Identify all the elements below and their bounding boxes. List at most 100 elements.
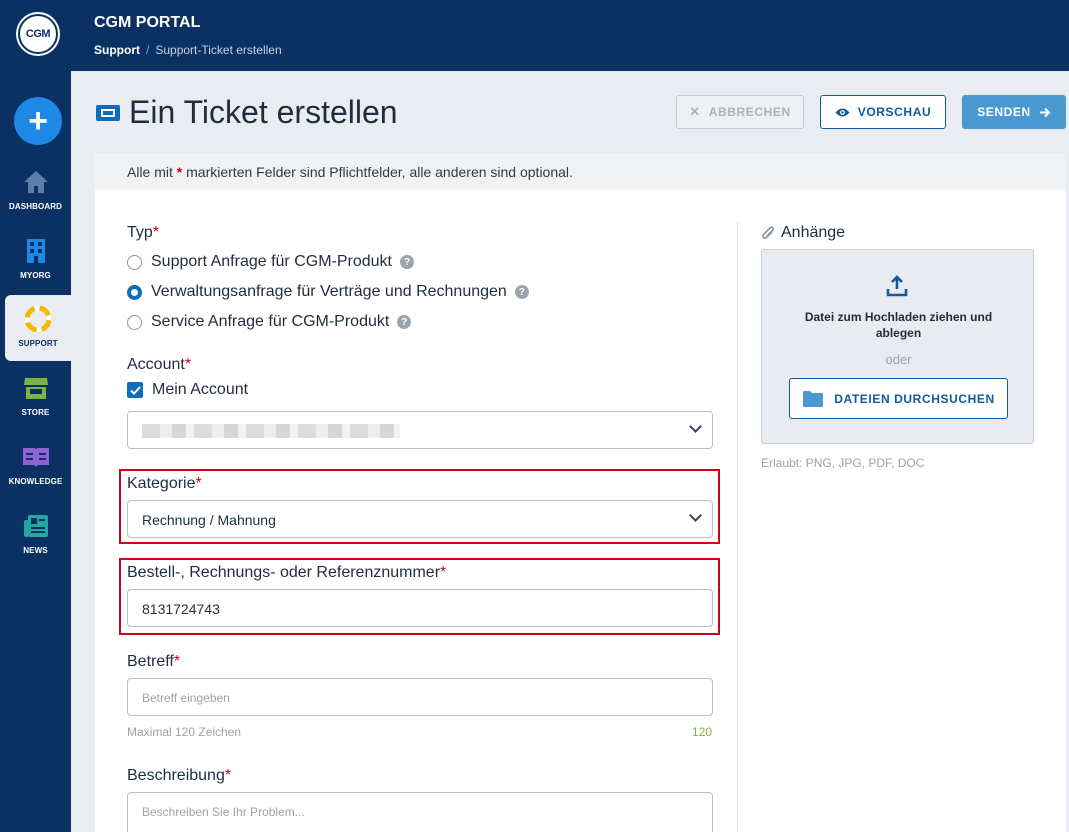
required-mark: *	[195, 475, 202, 492]
subject-label: Betreff*	[127, 653, 180, 671]
upload-icon	[886, 275, 908, 297]
home-icon	[22, 168, 50, 196]
sidebar-item-myorg[interactable]: MYORG	[0, 227, 71, 293]
type-label-text: Typ	[127, 224, 153, 241]
help-icon[interactable]: ?	[514, 285, 529, 299]
help-icon[interactable]: ?	[397, 315, 412, 329]
radio-label: Service Anfrage für CGM-Produkt	[151, 313, 390, 330]
account-label: Account*	[127, 356, 191, 374]
page-title-row: Ein Ticket erstellen	[95, 94, 398, 131]
required-mark: *	[152, 224, 160, 241]
portal-title: CGM PORTAL	[94, 14, 201, 31]
subject-input[interactable]: Betreff eingeben	[127, 678, 713, 716]
reference-number-value: 8131724743	[142, 601, 220, 617]
type-option-service[interactable]: Service Anfrage für CGM-Produkt ?	[127, 313, 412, 331]
column-divider	[737, 222, 738, 832]
category-label: Kategorie*	[127, 475, 202, 493]
required-mark: *	[173, 653, 181, 670]
sidebar: CGM + DASHBOARD MYORG SUPPORT STORE KNOW…	[0, 0, 71, 832]
notice-suffix: markierten Felder sind Pflichtfelder, al…	[182, 164, 573, 180]
attachments-label-text: Anhänge	[781, 224, 846, 241]
attachments-label: Anhänge	[761, 224, 845, 242]
sidebar-item-label: KNOWLEDGE	[8, 477, 63, 486]
page-title: Ein Ticket erstellen	[129, 94, 398, 130]
category-select-value: Rechnung / Mahnung	[142, 512, 276, 528]
ticket-icon	[96, 104, 120, 121]
eye-icon	[835, 108, 850, 116]
description-placeholder: Beschreiben Sie Ihr Problem...	[142, 805, 305, 819]
breadcrumb-separator: /	[146, 43, 150, 57]
subject-max-length-hint: Maximal 120 Zeichen	[127, 725, 242, 739]
sidebar-item-label: DASHBOARD	[9, 202, 62, 211]
sidebar-item-knowledge[interactable]: KNOWLEDGE	[0, 433, 71, 499]
sidebar-item-label: STORE	[21, 408, 50, 417]
reference-label: Bestell-, Rechnungs- oder Referenznummer…	[127, 564, 446, 582]
paperclip-icon	[762, 226, 775, 239]
my-account-label: Mein Account	[152, 381, 249, 398]
type-option-support[interactable]: Support Anfrage für CGM-Produkt ?	[127, 253, 414, 271]
required-fields-notice: Alle mit * markierten Felder sind Pflich…	[95, 153, 1066, 190]
browse-files-label: DATEIEN DURCHSUCHEN	[834, 391, 995, 406]
send-button-label: SENDEN	[977, 105, 1031, 119]
sidebar-item-store[interactable]: STORE	[0, 364, 71, 430]
category-select[interactable]: Rechnung / Mahnung	[127, 500, 713, 538]
radio-button[interactable]	[127, 254, 142, 270]
chevron-down-icon	[689, 509, 702, 522]
check-icon	[129, 385, 141, 395]
subject-label-text: Betreff	[127, 653, 174, 670]
subject-char-counter: 120	[692, 725, 713, 739]
radio-label: Verwaltungsanfrage für Verträge und Rech…	[151, 283, 507, 300]
help-icon[interactable]: ?	[400, 255, 414, 269]
breadcrumb: Support / Support-Ticket erstellen	[94, 43, 282, 57]
reference-label-text: Bestell-, Rechnungs- oder Referenznummer	[127, 564, 441, 581]
cgm-logo[interactable]: CGM	[18, 14, 58, 54]
description-label: Beschreibung*	[127, 767, 231, 785]
sidebar-item-support[interactable]: SUPPORT	[5, 295, 71, 361]
sidebar-item-label: SUPPORT	[18, 339, 58, 348]
reference-number-input[interactable]: 8131724743	[127, 589, 713, 627]
plus-icon: +	[28, 102, 48, 140]
top-header: CGM PORTAL Support / Support-Ticket erstel…	[71, 0, 1069, 71]
my-account-checkbox[interactable]	[127, 382, 143, 398]
dropzone-or-text: oder	[885, 352, 912, 367]
send-button[interactable]: SENDEN	[962, 95, 1066, 129]
required-mark: *	[224, 767, 232, 784]
new-ticket-button[interactable]: +	[14, 97, 62, 145]
close-icon: ✕	[689, 104, 701, 119]
breadcrumb-support-link[interactable]: Support	[94, 43, 140, 57]
browse-files-button[interactable]: DATEIEN DURCHSUCHEN	[789, 378, 1008, 419]
cancel-button[interactable]: ✕ ABBRECHEN	[676, 95, 804, 129]
preview-button[interactable]: VORSCHAU	[820, 95, 946, 129]
folder-icon	[803, 390, 824, 407]
description-textarea[interactable]: Beschreiben Sie Ihr Problem...	[127, 792, 713, 832]
notice-prefix: Alle mit	[127, 164, 177, 180]
radio-button-selected[interactable]	[127, 284, 142, 300]
account-label-text: Account	[127, 356, 185, 373]
category-label-text: Kategorie	[127, 475, 196, 492]
preview-button-label: VORSCHAU	[857, 105, 932, 119]
radio-label: Support Anfrage für CGM-Produkt	[151, 253, 392, 270]
newspaper-icon	[22, 512, 50, 540]
account-select[interactable]	[127, 411, 713, 449]
ticket-form-card: Alle mit * markierten Felder sind Pflich…	[95, 153, 1066, 832]
file-dropzone[interactable]: Datei zum Hochladen ziehen und ablegen o…	[761, 249, 1034, 444]
breadcrumb-current: Support-Ticket erstellen	[155, 43, 282, 57]
required-mark: *	[440, 564, 447, 581]
redacted-account-value	[142, 424, 400, 438]
sidebar-item-dashboard[interactable]: DASHBOARD	[0, 158, 71, 224]
book-icon	[22, 443, 50, 471]
allowed-file-types: Erlaubt: PNG, JPG, PDF, DOC	[761, 456, 925, 470]
sidebar-item-label: NEWS	[23, 546, 48, 555]
sidebar-item-label: MYORG	[20, 271, 51, 280]
my-account-checkbox-row[interactable]: Mein Account	[127, 381, 248, 399]
dropzone-text: Datei zum Hochladen ziehen und ablegen	[804, 310, 993, 340]
type-option-administration[interactable]: Verwaltungsanfrage für Verträge und Rech…	[127, 283, 529, 301]
radio-button[interactable]	[127, 314, 142, 330]
description-label-text: Beschreibung	[127, 767, 225, 784]
required-mark: *	[184, 356, 192, 373]
arrow-right-icon	[1039, 107, 1051, 117]
logo-text: CGM	[25, 28, 51, 40]
sidebar-item-news[interactable]: NEWS	[0, 502, 71, 568]
type-label: Typ*	[127, 224, 159, 242]
subject-placeholder: Betreff eingeben	[142, 691, 230, 705]
